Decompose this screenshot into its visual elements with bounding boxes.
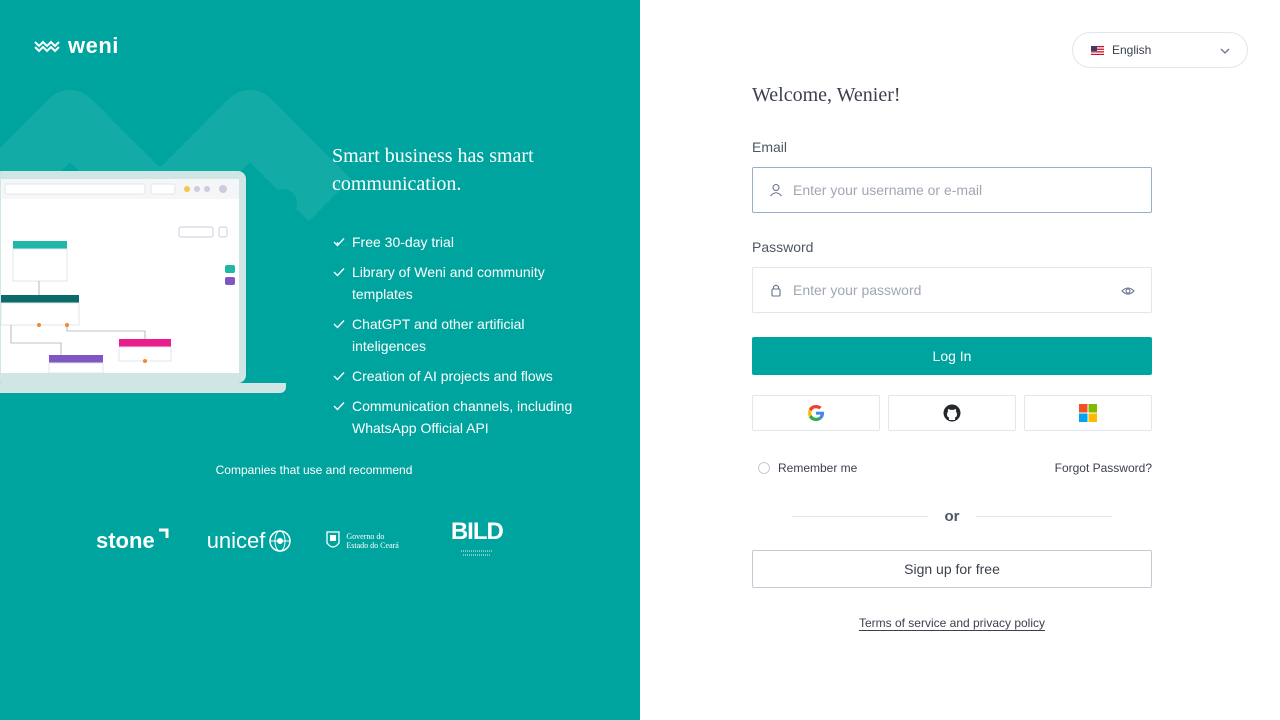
laptop-illustration [0, 171, 286, 395]
email-label: Email [752, 139, 788, 155]
email-input[interactable] [793, 182, 1093, 198]
flow-editor-preview [1, 179, 239, 373]
bild-tagline-mark [460, 550, 493, 556]
language-selector[interactable]: English [1072, 32, 1248, 68]
bild-logo: BILD [450, 518, 504, 562]
lock-icon [771, 284, 781, 297]
divider-right [976, 516, 1112, 517]
hero-panel: weni Smart business has smart communicat… [0, 0, 640, 720]
laptop-screen [0, 171, 246, 383]
google-login-button[interactable] [752, 395, 880, 431]
remember-label: Remember me [778, 461, 858, 475]
eye-icon[interactable] [1121, 284, 1135, 298]
feature-item: Communication channels, including WhatsA… [332, 395, 592, 439]
login-button[interactable]: Log In [752, 337, 1152, 375]
feature-item: ChatGPT and other artificial inteligence… [332, 313, 592, 357]
remember-me[interactable]: Remember me [758, 461, 857, 475]
welcome-title: Welcome, Wenier! [752, 84, 901, 106]
us-flag-icon [1091, 45, 1104, 55]
company-logos: stone unicef Governo do Estado do Ceará [96, 518, 504, 562]
hero-headline: Smart business has smart communication. [332, 145, 534, 195]
check-icon [333, 372, 345, 381]
ceara-logo: Governo do Estado do Ceará [325, 529, 399, 553]
feature-text: Creation of AI projects and flows [352, 368, 553, 384]
password-label: Password [752, 239, 814, 255]
password-input[interactable] [793, 282, 1093, 298]
ceara-logo-line1: Governo do [346, 532, 385, 541]
weni-wave-icon [34, 40, 60, 53]
terms-link[interactable]: Terms of service and privacy policy [859, 616, 1045, 630]
feature-text: ChatGPT and other artificial inteligence… [352, 316, 525, 354]
ceara-seal-icon [326, 531, 341, 548]
terms-section: Terms of service and privacy policy [752, 616, 1152, 630]
stone-mark-icon [158, 528, 169, 538]
laptop-base [0, 383, 286, 393]
microsoft-icon [1079, 404, 1097, 422]
microsoft-login-button[interactable] [1024, 395, 1152, 431]
language-selected: English [1112, 43, 1152, 57]
stone-logo-text: stone [96, 528, 155, 553]
stone-logo: stone [96, 528, 169, 554]
unicef-logo: unicef [207, 528, 293, 554]
feature-item: Creation of AI projects and flows [332, 365, 592, 387]
unicef-globe-icon [269, 530, 292, 552]
feature-item: Library of Weni and community templates [332, 261, 592, 305]
chevron-down-icon [1220, 48, 1230, 54]
ceara-logo-line2: Estado do Ceará [346, 541, 399, 550]
companies-title: Companies that use and recommend [215, 463, 413, 477]
github-icon [943, 404, 961, 422]
logo-text: weni [68, 33, 119, 58]
feature-text: Free 30-day trial [352, 234, 454, 250]
weni-logo: weni [34, 33, 119, 59]
check-icon [333, 268, 345, 277]
check-icon [333, 320, 345, 329]
password-field[interactable] [752, 267, 1152, 313]
bild-logo-text: BILD [450, 518, 504, 545]
unicef-logo-text: unicef [206, 528, 266, 553]
feature-text: Library of Weni and community templates [352, 264, 545, 302]
signup-button[interactable]: Sign up for free [752, 550, 1152, 588]
feature-item: Free 30-day trial [332, 231, 592, 253]
check-icon [333, 238, 345, 247]
google-icon [808, 405, 824, 421]
user-icon [770, 183, 782, 197]
check-icon [333, 402, 345, 411]
feature-text: Communication channels, including WhatsA… [352, 398, 573, 436]
email-field[interactable] [752, 167, 1152, 213]
github-login-button[interactable] [888, 395, 1016, 431]
remember-checkbox[interactable] [758, 462, 770, 474]
feature-list: Free 30-day trial Library of Weni and co… [332, 231, 592, 447]
forgot-password-link[interactable]: Forgot Password? [1055, 461, 1152, 475]
